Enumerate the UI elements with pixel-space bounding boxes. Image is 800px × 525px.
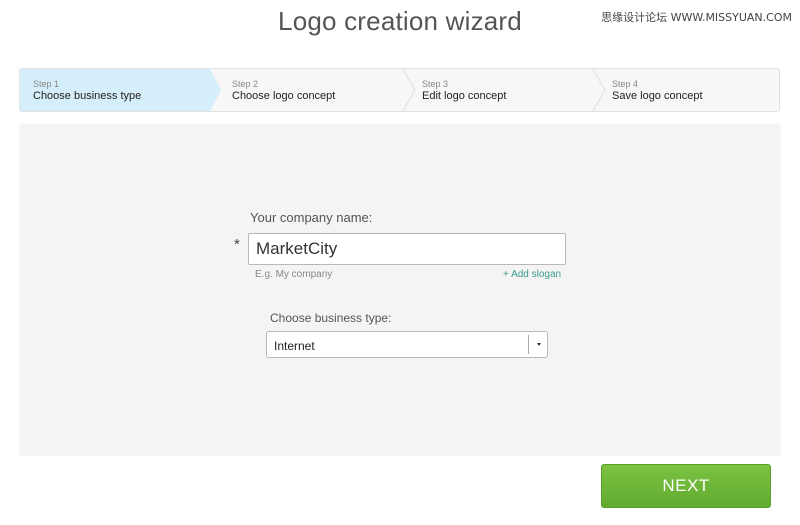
step-number: Step 2 bbox=[232, 79, 259, 89]
business-type-select[interactable]: Internet bbox=[266, 331, 548, 358]
company-name-label: Your company name: bbox=[250, 210, 373, 225]
company-name-input[interactable] bbox=[248, 233, 566, 265]
add-slogan-link[interactable]: + Add slogan bbox=[503, 269, 561, 280]
step-number: Step 1 bbox=[33, 79, 60, 89]
step-label: Choose logo concept bbox=[232, 90, 336, 102]
page-title: Logo creation wizard bbox=[278, 6, 522, 36]
select-divider bbox=[528, 335, 529, 354]
required-asterisk: * bbox=[234, 236, 240, 253]
step-label: Edit logo concept bbox=[422, 90, 507, 102]
step-3[interactable]: Step 3 Edit logo concept bbox=[412, 69, 592, 111]
business-type-value: Internet bbox=[274, 339, 315, 353]
business-type-label: Choose business type: bbox=[270, 311, 392, 325]
step-number: Step 3 bbox=[422, 79, 449, 89]
company-name-hint: E.g. My company bbox=[255, 269, 333, 280]
step-1[interactable]: Step 1 Choose business type bbox=[20, 69, 210, 111]
wizard-steps: Step 1 Choose business type Step 2 Choos… bbox=[19, 68, 780, 112]
chevron-down-icon[interactable] bbox=[537, 343, 541, 346]
step-arrow-active bbox=[210, 69, 221, 111]
next-button[interactable]: NEXT bbox=[601, 464, 771, 508]
step-number: Step 4 bbox=[612, 79, 639, 89]
step-label: Choose business type bbox=[33, 90, 142, 102]
form-panel bbox=[19, 124, 781, 456]
step-4[interactable]: Step 4 Save logo concept bbox=[602, 69, 777, 111]
step-label: Save logo concept bbox=[612, 90, 703, 102]
step-2[interactable]: Step 2 Choose logo concept bbox=[222, 69, 402, 111]
